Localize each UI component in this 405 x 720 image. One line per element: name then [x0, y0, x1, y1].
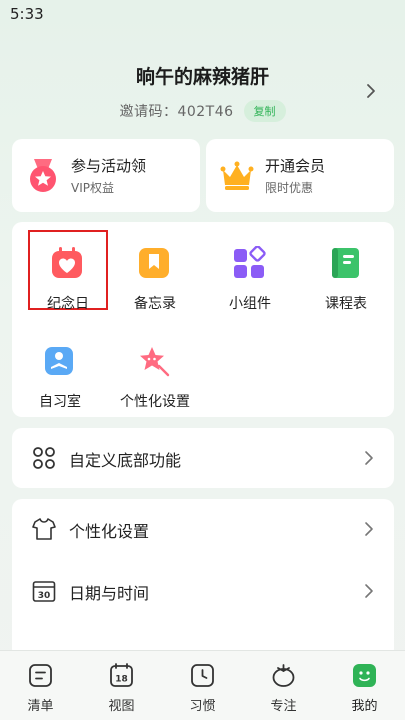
calendar-18-icon: 18	[110, 663, 133, 687]
datetime-label: 日期与时间	[69, 584, 150, 603]
chevron-right-icon	[365, 451, 373, 465]
tab-label: 视图	[108, 699, 135, 714]
tools-card: 纪念日 备忘录 小组件 课程表 自习室 个性化设置	[12, 222, 394, 417]
tab-label: 专注	[270, 699, 297, 714]
status-bar: 5:33	[0, 0, 405, 26]
course-book-icon	[332, 248, 359, 278]
custom-bottom-label: 自定义底部功能	[69, 451, 182, 470]
list-icon	[29, 664, 52, 687]
tab-mine[interactable]: 我的	[324, 651, 405, 720]
personalize-row[interactable]: 个性化设置	[12, 499, 394, 559]
invite-code: 邀请码：402T46	[119, 104, 234, 120]
tool-widgets[interactable]: 小组件	[210, 230, 290, 312]
status-time: 5:33	[10, 5, 44, 23]
tool-label: 自习室	[39, 394, 81, 410]
personalize-label: 个性化设置	[69, 522, 150, 541]
tshirt-icon	[32, 518, 56, 540]
tool-label: 备忘录	[134, 296, 176, 312]
medal-icon	[30, 159, 56, 192]
tab-view[interactable]: 18 视图	[81, 651, 162, 720]
tomato-icon	[272, 664, 295, 687]
tool-course[interactable]: 课程表	[306, 230, 386, 312]
chevron-right-icon[interactable]	[363, 82, 377, 100]
promo-vip-subtitle: 限时优惠	[265, 181, 314, 195]
promo-vip-title: 开通会员	[265, 157, 326, 175]
crown-icon	[220, 161, 254, 190]
chevron-right-icon	[365, 584, 373, 598]
invite-row: 邀请码：402T46 复制	[0, 100, 405, 122]
settings-card: 个性化设置 30 日期与时间	[12, 499, 394, 659]
promo-activity-subtitle: VIP权益	[71, 181, 114, 195]
anniversary-calendar-heart-icon	[52, 247, 82, 278]
custom-bottom-row[interactable]: 自定义底部功能	[12, 428, 394, 488]
calendar-30-icon: 30	[32, 581, 56, 602]
memo-bookmark-icon	[139, 248, 169, 278]
tab-habit[interactable]: 习惯	[162, 651, 243, 720]
datetime-row[interactable]: 30 日期与时间	[12, 561, 394, 621]
promo-vip-card[interactable]: 开通会员 限时优惠	[206, 139, 394, 212]
tool-label: 课程表	[325, 296, 367, 312]
star-brush-icon	[140, 347, 170, 377]
tab-label: 清单	[27, 699, 54, 714]
grid-circles-icon	[33, 447, 55, 469]
tab-focus[interactable]: 专注	[243, 651, 324, 720]
svg-text:30: 30	[38, 591, 51, 601]
clock-icon	[191, 664, 214, 687]
promo-activity-card[interactable]: 参与活动领 VIP权益	[12, 139, 200, 212]
tool-personalize[interactable]: 个性化设置	[115, 328, 195, 410]
tool-label: 个性化设置	[120, 394, 190, 410]
promo-activity-title: 参与活动领	[71, 157, 147, 175]
study-room-icon	[45, 347, 73, 375]
tab-label: 我的	[351, 699, 378, 714]
widgets-icon	[234, 246, 266, 278]
custom-bottom-card: 自定义底部功能	[12, 428, 394, 488]
tool-memo[interactable]: 备忘录	[115, 230, 195, 312]
copy-button[interactable]: 复制	[243, 100, 286, 122]
tab-list[interactable]: 清单	[0, 651, 81, 720]
profile-name[interactable]: 晌午的麻辣猪肝	[0, 62, 405, 89]
tool-label: 小组件	[229, 296, 271, 312]
chevron-right-icon	[365, 522, 373, 536]
svg-text:18: 18	[115, 675, 128, 685]
tab-label: 习惯	[189, 699, 216, 714]
tool-study-room[interactable]: 自习室	[20, 328, 100, 410]
bottom-tab-bar: 清单 18 视图 习惯 专注 我的	[0, 650, 405, 720]
tool-anniversary[interactable]: 纪念日	[28, 230, 108, 312]
face-icon	[353, 664, 376, 687]
tool-label: 纪念日	[47, 296, 89, 312]
